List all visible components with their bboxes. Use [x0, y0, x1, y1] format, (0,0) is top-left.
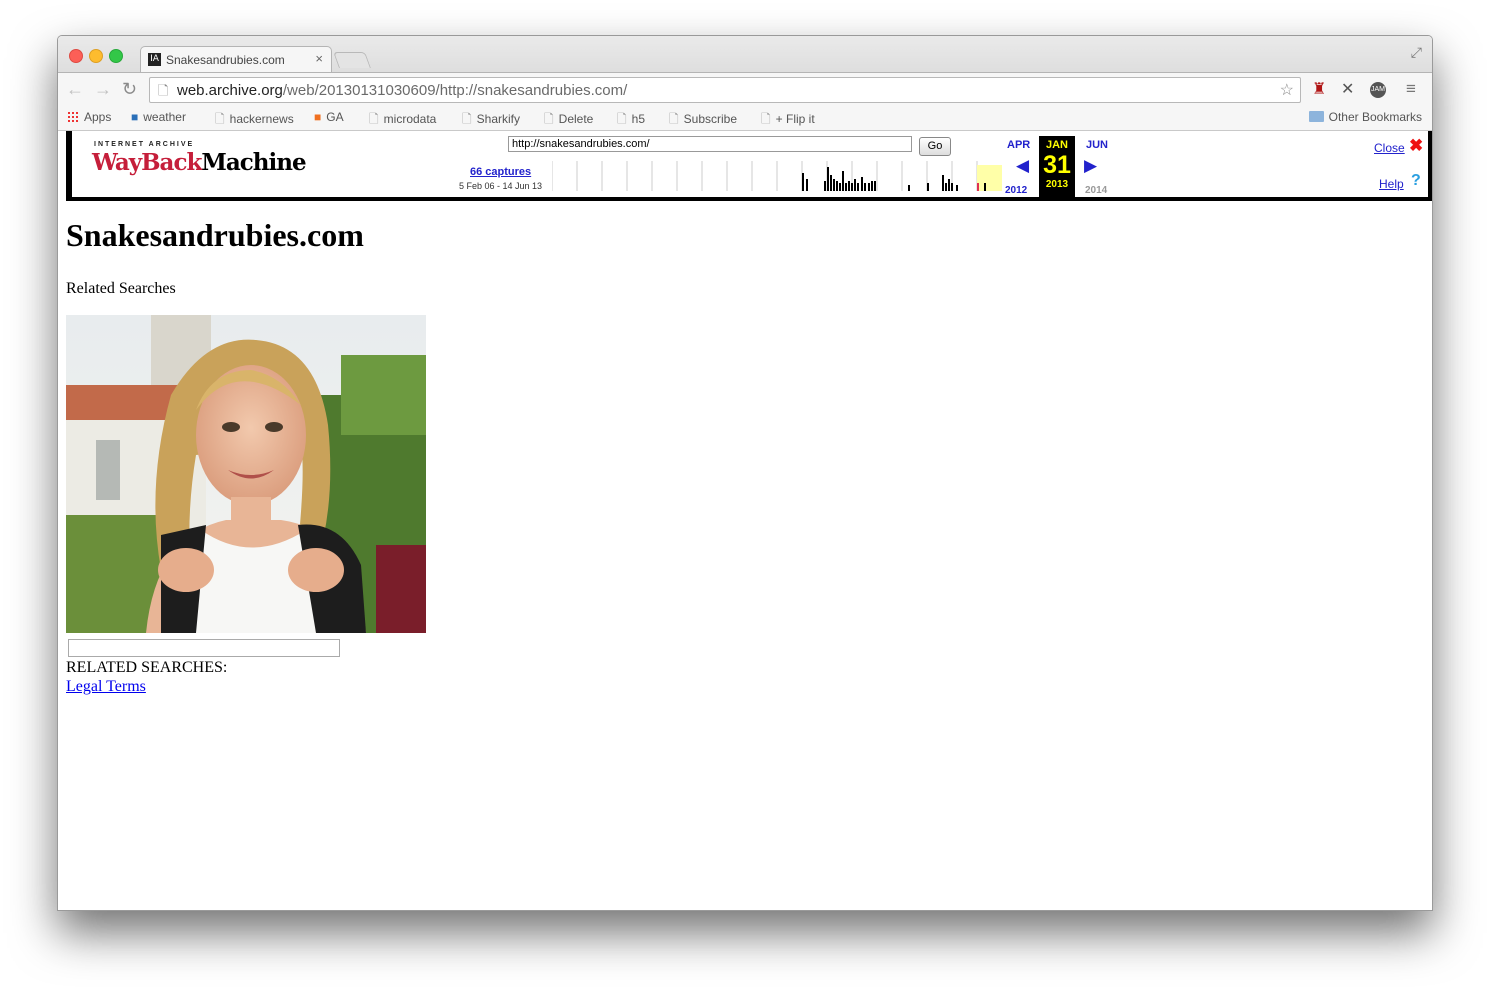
related-searches-caps: RELATED SEARCHES: [66, 659, 228, 676]
bookmark-ga[interactable]: ■ GA [314, 110, 344, 124]
minimize-window-button[interactable] [89, 49, 103, 63]
bookmark-sharkify[interactable]: 🗋 Sharkify [462, 110, 520, 131]
archive-favicon-icon: IA [148, 53, 161, 66]
hero-photo [66, 315, 426, 633]
capture-sparkline[interactable] [552, 161, 1002, 193]
other-bookmarks[interactable]: Other Bookmarks [1308, 110, 1422, 124]
bookmark-hackernews[interactable]: 🗋 hackernews [215, 110, 294, 131]
wayback-go-button[interactable]: Go [919, 137, 951, 156]
close-x-icon[interactable]: ✖ [1409, 136, 1423, 156]
weather-icon: ■ [131, 110, 139, 124]
wayback-logo-top: INTERNET ARCHIVE [94, 141, 195, 148]
url-text[interactable]: web.archive.org/web/20130131030609/http:… [177, 82, 627, 99]
next-year-label: 2014 [1085, 185, 1108, 196]
bookmark-h5[interactable]: 🗋 h5 [617, 110, 645, 131]
extension-chair-icon[interactable]: ♜ [1312, 79, 1326, 99]
bookmark-microdata[interactable]: 🗋 microdata [369, 110, 436, 131]
bookmark-delete[interactable]: 🗋 Delete [544, 110, 593, 131]
extension-pin-icon[interactable]: ✕ [1341, 79, 1354, 99]
next-capture-arrow-icon[interactable]: ▶ [1084, 156, 1097, 176]
related-searches-heading: Related Searches [66, 280, 176, 297]
wayback-help-link[interactable]: Help [1379, 177, 1404, 191]
help-question-icon[interactable]: ? [1411, 172, 1421, 190]
wayback-toolbar: INTERNET ARCHIVE WayBackMachine Go 66 ca… [66, 131, 1432, 201]
page-title: Snakesandrubies.com [66, 217, 364, 253]
year-dividers [552, 161, 978, 191]
captures-link[interactable]: 66 captures [470, 166, 531, 178]
reload-icon[interactable]: ↻ [122, 79, 137, 100]
current-capture-bar [977, 183, 979, 191]
bookmark-flip-it[interactable]: 🗋 + Flip it [761, 110, 815, 131]
current-year-highlight [977, 165, 1002, 191]
toolbar: ← → ↻ 🗋 web.archive.org/web/201301310306… [58, 72, 1432, 107]
current-month: JAN [1045, 139, 1068, 151]
current-year: 2013 [1045, 179, 1069, 190]
page-icon: 🗋 [761, 112, 771, 126]
prev-capture-arrow-icon[interactable]: ◀ [1016, 156, 1029, 176]
page-icon: 🗋 [669, 112, 679, 126]
url-host: web.archive.org [177, 82, 283, 99]
tab-strip: IA Snakesandrubies.com × ⤢ [58, 36, 1432, 74]
bookmark-apps[interactable]: Apps [67, 110, 111, 124]
bookmark-star-icon[interactable]: ☆ [1280, 80, 1294, 100]
tab-close-icon[interactable]: × [315, 51, 323, 66]
extension-jam-icon[interactable]: JAM [1370, 82, 1386, 98]
close-window-button[interactable] [69, 49, 83, 63]
bookmark-weather[interactable]: ■ weather [131, 110, 186, 124]
tab-title: Snakesandrubies.com [166, 53, 285, 67]
folder-icon [1308, 111, 1324, 122]
prev-year-label[interactable]: 2012 [1005, 185, 1027, 196]
captures-range: 5 Feb 06 - 14 Jun 13 [459, 181, 543, 191]
page-icon: 🗋 [544, 112, 554, 126]
page-viewport: INTERNET ARCHIVE WayBackMachine Go 66 ca… [58, 131, 1432, 910]
prev-month-label[interactable]: APR [1007, 139, 1030, 151]
capture-bars [802, 167, 986, 191]
new-tab-button[interactable] [333, 52, 371, 68]
next-month-label[interactable]: JUN [1086, 139, 1108, 151]
zoom-window-button[interactable] [109, 49, 123, 63]
fullscreen-icon[interactable]: ⤢ [1411, 44, 1422, 61]
current-day: 31 [1043, 151, 1071, 179]
back-icon[interactable]: ← [66, 79, 84, 100]
page-icon: 🗋 [617, 112, 627, 126]
page-icon: 🗋 [369, 112, 379, 126]
analytics-icon: ■ [314, 110, 322, 124]
page-icon: 🗋 [215, 112, 225, 126]
current-capture-date: JAN 31 2013 [1039, 136, 1075, 201]
apps-grid-icon [67, 111, 78, 122]
bookmark-subscribe[interactable]: 🗋 Subscribe [669, 110, 737, 131]
bookmarks-bar: Apps ■ weather 🗋 hackernews ■ GA 🗋 microdata… [58, 106, 1432, 131]
student-photo-illustration [66, 315, 426, 633]
menu-icon[interactable]: ≡ [1406, 79, 1416, 99]
page-icon: 🗋 [462, 112, 472, 126]
forward-icon[interactable]: → [94, 79, 112, 100]
page-icon: 🗋 [158, 83, 169, 98]
wayback-logo[interactable]: WayBackMachine [92, 149, 307, 176]
wayback-url-input[interactable] [508, 136, 912, 152]
wayback-close-link[interactable]: Close [1374, 141, 1405, 155]
browser-window: IA Snakesandrubies.com × ⤢ ← → ↻ 🗋 web.a… [57, 35, 1433, 911]
address-bar[interactable]: 🗋 web.archive.org/web/20130131030609/htt… [149, 77, 1301, 103]
legal-terms-link[interactable]: Legal Terms [66, 678, 146, 696]
tab-active[interactable]: IA Snakesandrubies.com × [140, 46, 332, 74]
url-path: /web/20130131030609/http://snakesandrubi… [282, 82, 628, 99]
search-input[interactable] [68, 639, 340, 657]
